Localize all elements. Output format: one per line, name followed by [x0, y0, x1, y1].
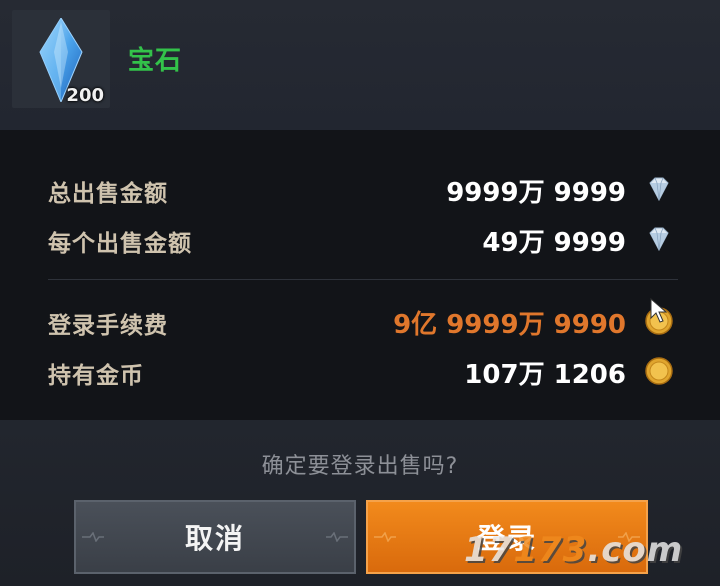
watermark-highlight: 173: [513, 530, 588, 570]
total-sale-row: 总出售金额 9999万 9999: [48, 170, 678, 210]
divider: [48, 279, 678, 280]
fee-label: 登录手续费: [48, 313, 168, 339]
each-sale-value: 49万 9999: [482, 228, 626, 258]
cancel-button-label: 取消: [184, 522, 245, 555]
item-count: 200: [66, 85, 104, 106]
site-watermark: 17173.com: [464, 530, 683, 570]
ornament-icon: [82, 532, 104, 542]
item-name: 宝石: [128, 46, 183, 76]
ornament-icon: [326, 532, 348, 542]
held-gold-row: 持有金币 107万 1206: [48, 352, 678, 392]
item-header: 200 宝石: [0, 0, 720, 130]
fee-row: 登录手续费 9亿 9999万 9990: [48, 302, 678, 342]
watermark-suffix: .com: [587, 530, 684, 570]
held-gold-value: 107万 1206: [464, 360, 626, 390]
confirm-message: 确定要登录出售吗?: [261, 454, 459, 479]
watermark-prefix: 17: [464, 530, 514, 570]
item-slot[interactable]: 200: [12, 10, 110, 108]
mouse-cursor-icon: [650, 298, 668, 323]
ornament-icon: [374, 532, 396, 542]
fee-value: 9亿 9999万 9990: [393, 310, 626, 340]
total-sale-value: 9999万 9999: [446, 178, 626, 208]
cancel-button[interactable]: 取消: [74, 500, 356, 574]
total-sale-label: 总出售金额: [48, 181, 168, 207]
gold-coin-icon: [645, 357, 673, 385]
diamond-icon: [649, 227, 669, 252]
held-gold-label: 持有金币: [48, 363, 144, 389]
each-sale-label: 每个出售金额: [48, 231, 192, 257]
diamond-icon: [649, 177, 669, 202]
each-sale-row: 每个出售金额 49万 9999: [48, 220, 678, 260]
